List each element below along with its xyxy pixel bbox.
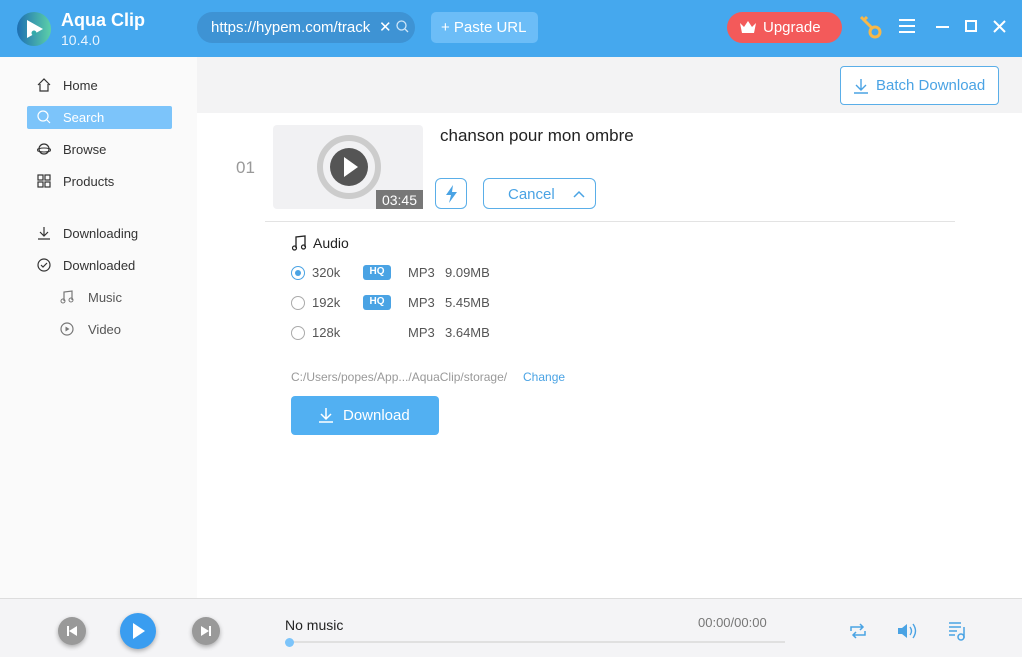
lightning-icon [446, 185, 457, 203]
change-path-link[interactable]: Change [523, 370, 565, 384]
title-bar: Aqua Clip 10.4.0 https://hypem.com/track… [0, 0, 1022, 57]
crown-icon [740, 21, 756, 33]
play-icon[interactable] [317, 135, 381, 199]
radio-button[interactable] [291, 296, 305, 310]
divider [265, 221, 955, 222]
next-button[interactable] [192, 617, 220, 645]
download-button[interactable]: Download [291, 396, 439, 435]
sidebar-item-home[interactable]: Home [27, 74, 172, 97]
sidebar-item-label: Home [63, 78, 98, 93]
paste-url-button[interactable]: + Paste URL [431, 12, 538, 43]
progress-bar[interactable] [290, 641, 785, 643]
play-icon [133, 623, 145, 639]
sidebar-item-search[interactable]: Search [27, 106, 172, 129]
upgrade-label: Upgrade [763, 19, 821, 36]
audio-label: Audio [313, 235, 349, 251]
now-playing: No music [285, 617, 344, 633]
batch-download-button[interactable]: Batch Download [840, 66, 999, 105]
app-version: 10.4.0 [61, 32, 100, 48]
format: MP3 [408, 265, 435, 280]
audio-section-label: Audio [291, 235, 349, 251]
quality-option[interactable]: 320k HQ MP3 9.09MB [291, 265, 591, 281]
volume-icon[interactable] [897, 622, 919, 640]
sidebar-item-label: Music [88, 290, 122, 305]
download-icon [319, 408, 333, 423]
track-title: chanson pour mon ombre [440, 126, 634, 145]
duration-badge: 03:45 [376, 190, 423, 209]
upgrade-button[interactable]: Upgrade [727, 12, 842, 43]
search-icon[interactable] [396, 20, 409, 33]
download-label: Download [343, 407, 410, 424]
bitrate: 192k [312, 295, 341, 310]
grid-icon [37, 174, 51, 188]
batch-download-label: Batch Download [876, 77, 986, 94]
format: MP3 [408, 295, 435, 310]
file-size: 9.09MB [445, 265, 490, 280]
play-button[interactable] [120, 613, 156, 649]
sidebar-item-browse[interactable]: Browse [27, 138, 172, 161]
sidebar-item-label: Products [63, 174, 115, 189]
item-index: 01 [236, 158, 255, 177]
skip-forward-icon [201, 626, 211, 636]
previous-button[interactable] [58, 617, 86, 645]
menu-icon[interactable] [899, 19, 915, 33]
sidebar-item-label: Downloaded [63, 258, 136, 273]
cancel-button[interactable]: Cancel [483, 178, 596, 209]
check-circle-icon [37, 258, 51, 272]
playlist-icon[interactable] [948, 621, 968, 641]
fast-download-button[interactable] [435, 178, 467, 209]
cancel-label: Cancel [508, 186, 555, 203]
file-size: 3.64MB [445, 325, 490, 340]
quality-option[interactable]: 128k MP3 3.64MB [291, 325, 591, 341]
sidebar-item-music[interactable]: Music [27, 286, 172, 309]
bitrate: 128k [312, 325, 341, 340]
hq-badge: HQ [363, 265, 391, 280]
chevron-up-icon [573, 190, 585, 198]
app-logo [17, 12, 51, 46]
format: MP3 [408, 325, 435, 340]
bitrate: 320k [312, 265, 341, 280]
maximize-icon[interactable] [965, 20, 977, 32]
radio-button[interactable] [291, 266, 305, 280]
sidebar-item-label: Video [88, 322, 122, 337]
sidebar-item-products[interactable]: Products [27, 170, 172, 193]
file-size: 5.45MB [445, 295, 490, 310]
hq-badge: HQ [363, 295, 391, 310]
clear-icon[interactable]: ✕ [379, 18, 392, 36]
sidebar-item-downloading[interactable]: Downloading [27, 222, 172, 245]
repeat-icon[interactable] [848, 622, 868, 640]
skip-back-icon [67, 626, 77, 636]
planet-icon [37, 143, 51, 155]
sidebar-item-label: Search [63, 110, 105, 125]
sidebar-item-label: Downloading [63, 226, 139, 241]
play-circle-icon [60, 322, 74, 336]
download-icon [854, 79, 868, 94]
save-path: C:/Users/popes/App.../AquaClip/storage/ [291, 370, 508, 384]
close-icon[interactable] [993, 20, 1006, 33]
playback-time: 00:00/00:00 [698, 615, 767, 630]
download-icon [38, 227, 50, 240]
search-icon [37, 110, 51, 124]
music-icon [60, 290, 74, 304]
home-icon [37, 78, 51, 92]
app-name: Aqua Clip [61, 10, 145, 30]
minimize-icon[interactable] [936, 26, 949, 28]
sidebar-item-video[interactable]: Video [27, 318, 172, 341]
quality-option[interactable]: 192k HQ MP3 5.45MB [291, 295, 591, 311]
sidebar-item-downloaded[interactable]: Downloaded [27, 254, 172, 277]
progress-handle[interactable] [285, 638, 294, 647]
radio-button[interactable] [291, 326, 305, 340]
key-icon[interactable] [858, 14, 884, 40]
sidebar-item-label: Browse [63, 142, 107, 157]
music-icon [291, 235, 307, 251]
